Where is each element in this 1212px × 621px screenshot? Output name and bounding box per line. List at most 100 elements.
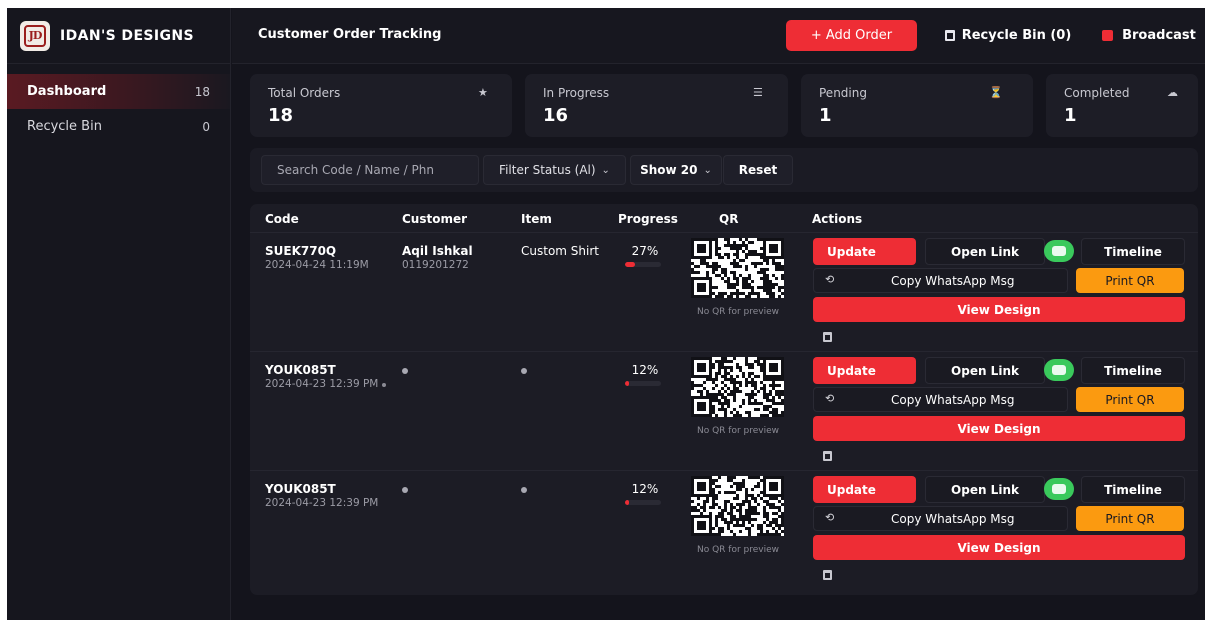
logo: JD	[20, 20, 50, 51]
recycle-bin-label: Recycle Bin (0)	[961, 28, 1072, 43]
print-qr-button[interactable]: Print QR	[1076, 387, 1184, 412]
customer-name	[402, 363, 408, 377]
progress-label: 27%	[631, 244, 659, 258]
order-item	[521, 482, 527, 496]
status-filter-select[interactable]: Filter Status (Al) ⌄	[483, 155, 626, 185]
stat-card-completed: Completed 1 ☁	[1046, 74, 1198, 137]
stat-label: Pending	[819, 86, 867, 100]
sidebar-nav: Dashboard 18 Recycle Bin 0	[7, 64, 230, 144]
brand-name: IDAN'S DESIGNS	[60, 27, 194, 44]
view-design-button[interactable]: View Design	[813, 297, 1185, 322]
progress-fill	[625, 500, 630, 505]
update-button[interactable]: Update	[813, 357, 916, 384]
status-filter-value: Filter Status (Al)	[499, 163, 596, 177]
app-window: JD IDAN'S DESIGNS Dashboard 18 Recycle B…	[7, 8, 1205, 620]
chevron-down-icon: ⌄	[703, 164, 712, 176]
update-button[interactable]: Update	[813, 476, 916, 503]
filter-bar: Filter Status (Al) ⌄ Show 20 ⌄ Reset	[250, 148, 1198, 192]
qr-code	[691, 357, 784, 419]
placeholder-dot-icon	[402, 487, 408, 493]
order-item: Custom Shirt	[521, 244, 599, 258]
order-date: 2024-04-24 11:19M	[265, 259, 369, 271]
order-code: YOUK085T	[265, 363, 336, 377]
progress-label: 12%	[631, 363, 659, 377]
sidebar-item-count: 18	[194, 84, 210, 99]
broadcast-button[interactable]: Broadcast	[1094, 20, 1204, 51]
table-row: YOUK085T 2024-04-23 12:39 PM 12% No QR f…	[250, 470, 1198, 589]
customer-name: Aqil Ishkal	[402, 244, 473, 258]
star-icon: ★	[478, 86, 488, 99]
open-link-button[interactable]: Open Link	[925, 238, 1045, 265]
trash-icon[interactable]	[823, 451, 832, 461]
progress-bar	[625, 381, 661, 386]
print-qr-button[interactable]: Print QR	[1076, 506, 1184, 531]
trash-icon[interactable]	[823, 570, 832, 580]
stat-label: Completed	[1064, 86, 1130, 100]
stat-label: Total Orders	[268, 86, 341, 100]
stat-value: 16	[543, 105, 569, 126]
stat-value: 18	[268, 105, 294, 126]
order-date-text: 2024-04-23 12:39 PM	[265, 378, 379, 390]
cloud-icon: ☁	[1167, 86, 1178, 99]
copy-whatsapp-label: Copy WhatsApp Msg	[891, 512, 1015, 526]
trash-icon[interactable]	[823, 332, 832, 342]
search-input[interactable]	[261, 155, 479, 185]
chevron-down-icon: ⌄	[601, 164, 610, 176]
sidebar: JD IDAN'S DESIGNS Dashboard 18 Recycle B…	[7, 8, 231, 620]
copy-whatsapp-button[interactable]: ⟲ Copy WhatsApp Msg	[813, 387, 1068, 412]
copy-icon: ⟲	[825, 392, 835, 405]
timeline-button[interactable]: Timeline	[1081, 357, 1185, 384]
topbar: Customer Order Tracking + Add Order Recy…	[232, 8, 1205, 64]
reset-button[interactable]: Reset	[723, 155, 793, 185]
open-link-button[interactable]: Open Link	[925, 476, 1045, 503]
placeholder-dot-icon	[402, 368, 408, 374]
customer-name	[402, 482, 408, 496]
copy-whatsapp-button[interactable]: ⟲ Copy WhatsApp Msg	[813, 506, 1068, 531]
column-header-customer: Customer	[402, 212, 468, 226]
hourglass-icon: ⏳	[989, 86, 1003, 99]
page-size-select[interactable]: Show 20 ⌄	[630, 155, 722, 185]
qr-code	[691, 238, 784, 300]
sidebar-item-recycle-bin[interactable]: Recycle Bin 0	[7, 109, 230, 144]
whatsapp-toggle[interactable]	[1044, 478, 1074, 500]
view-design-button[interactable]: View Design	[813, 535, 1185, 560]
qr-code	[691, 476, 784, 538]
progress-label: 12%	[631, 482, 659, 496]
progress-fill	[625, 381, 630, 386]
qr-caption: No QR for preview	[696, 545, 779, 555]
sidebar-item-dashboard[interactable]: Dashboard 18	[7, 74, 230, 109]
broadcast-icon	[1102, 30, 1114, 41]
view-design-button[interactable]: View Design	[813, 416, 1185, 441]
whatsapp-toggle[interactable]	[1044, 240, 1074, 262]
copy-whatsapp-button[interactable]: ⟲ Copy WhatsApp Msg	[813, 268, 1068, 293]
recycle-bin-button[interactable]: Recycle Bin (0)	[935, 20, 1081, 51]
timeline-button[interactable]: Timeline	[1081, 476, 1185, 503]
update-button[interactable]: Update	[813, 238, 916, 265]
qr-caption: No QR for preview	[696, 307, 779, 317]
timeline-button[interactable]: Timeline	[1081, 238, 1185, 265]
sidebar-item-count: 0	[202, 119, 210, 134]
page-size-value: Show 20	[640, 163, 698, 177]
list-icon: ☰	[753, 86, 763, 99]
orders-table: Code Customer Item Progress QR Actions S…	[250, 204, 1198, 595]
table-row: SUEK770Q 2024-04-24 11:19M Aqil Ishkal 0…	[250, 232, 1198, 351]
qr-pattern	[691, 238, 784, 298]
brand: JD IDAN'S DESIGNS	[7, 8, 230, 64]
table-header: Code Customer Item Progress QR Actions	[250, 204, 1198, 232]
qr-caption: No QR for preview	[696, 426, 779, 436]
print-qr-button[interactable]: Print QR	[1076, 268, 1184, 293]
placeholder-dot-icon	[381, 383, 386, 387]
sidebar-item-label: Dashboard	[27, 84, 107, 99]
open-link-button[interactable]: Open Link	[925, 357, 1045, 384]
customer-phone: 0119201272	[402, 259, 469, 271]
whatsapp-toggle[interactable]	[1044, 359, 1074, 381]
column-header-item: Item	[521, 212, 552, 226]
stat-card-in-progress: In Progress 16 ☰	[525, 74, 788, 137]
order-code: YOUK085T	[265, 482, 336, 496]
stat-label: In Progress	[543, 86, 610, 100]
table-row: YOUK085T 2024-04-23 12:39 PM 12% No QR f…	[250, 351, 1198, 470]
add-order-button[interactable]: + Add Order	[786, 20, 917, 51]
column-header-code: Code	[265, 212, 299, 226]
placeholder-dot-icon	[521, 368, 527, 374]
progress-bar	[625, 500, 661, 505]
